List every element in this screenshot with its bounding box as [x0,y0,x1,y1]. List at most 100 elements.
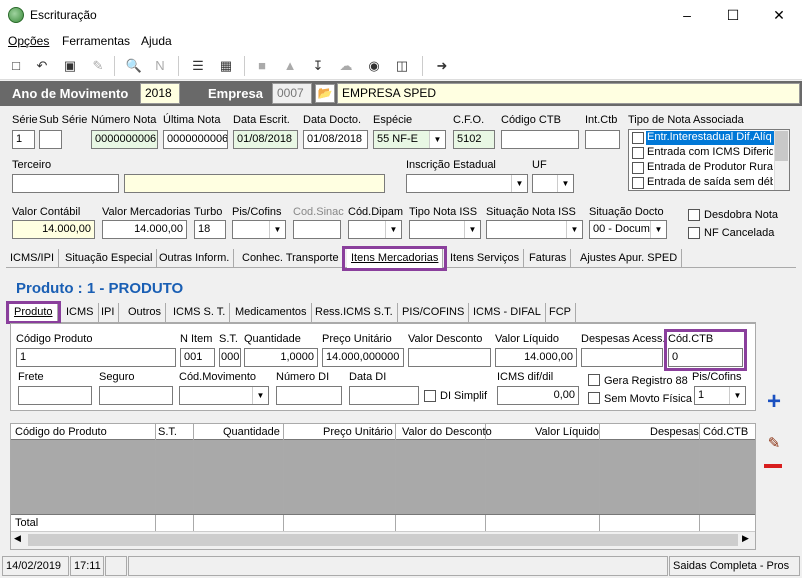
valor-contabil-input[interactable]: 14.000,00 [12,220,95,239]
subtab-icms[interactable]: ICMS [62,303,99,322]
grid-header-codigo[interactable]: Código do Produto [15,426,107,438]
seguro-input[interactable] [99,386,173,405]
cfo-input[interactable]: 5102 [453,130,495,149]
st-input[interactable]: 000 [219,348,241,367]
ultima-nota-input[interactable]: 0000000006 [163,130,228,149]
list-item[interactable]: Entr.Interestadual Dif.Alíq [630,131,774,145]
grid-header-despesas[interactable]: Despesas [650,426,699,438]
list-item[interactable]: Entrada com ICMS Diferido [630,146,774,160]
subtab-fcp[interactable]: FCP [545,303,576,322]
folder-icon[interactable]: ■ [252,56,272,76]
tab-icms-ipi[interactable]: ICMS/IPI [6,249,60,268]
maximize-button[interactable]: ☐ [710,0,756,30]
valor-mercadorias-input[interactable]: 14.000,00 [102,220,187,239]
grid-header-desconto[interactable]: Valor do Desconto [402,426,492,438]
new-icon[interactable]: □ [6,56,26,76]
despesas-input[interactable] [581,348,663,367]
remove-item-button[interactable] [764,464,782,468]
add-item-button[interactable]: + [762,390,786,415]
subtab-icms-st[interactable]: ICMS S. T. [169,303,231,322]
situacao-iss-select[interactable]: ▼ [486,220,583,239]
situacao-docto-select[interactable]: 00 - Documer ▼ [589,220,667,239]
tab-conhec-transporte[interactable]: Conhec. Transporte [238,249,344,268]
report-icon[interactable]: ▦ [216,56,236,76]
data-escrit-input[interactable]: 01/08/2018 [233,130,298,149]
subtab-ipi[interactable]: IPI [97,303,120,322]
grid-header-cod-ctb[interactable]: Cód.CTB [703,426,748,438]
folder-open-icon[interactable]: 📂 [315,84,335,103]
grid-header-st[interactable]: S.T. [158,426,177,438]
close-button[interactable]: ✕ [756,0,802,30]
serie-input[interactable]: 1 [12,130,35,149]
preco-input[interactable]: 14.000,000000 [322,348,404,367]
checkbox[interactable] [632,132,644,144]
list-icon[interactable]: ☰ [188,56,208,76]
uf-select[interactable]: ▼ [532,174,574,193]
turbo-input[interactable]: 18 [194,220,226,239]
tab-faturas[interactable]: Faturas [525,249,572,268]
liquido-input[interactable]: 14.000,00 [495,348,577,367]
layout-icon[interactable]: ◫ [392,56,412,76]
numero-nota-input[interactable]: 0000000006 [91,130,158,149]
sem-movto-checkbox[interactable] [588,392,600,404]
scroll-right-icon[interactable]: ▶ [742,533,749,544]
checkbox[interactable] [632,162,644,174]
terceiro-input[interactable] [12,174,119,193]
cert-icon[interactable]: ◉ [364,56,384,76]
grid-header-quantidade[interactable]: Quantidade [223,426,280,438]
desconto-input[interactable] [408,348,491,367]
scroll-thumb[interactable] [775,131,788,161]
import-icon[interactable]: ↧ [308,56,328,76]
codigo-produto-input[interactable]: 1 [16,348,176,367]
cod-mov-select[interactable]: ▼ [179,386,269,405]
cod-sinac-input[interactable] [293,220,341,239]
numero-di-input[interactable] [276,386,342,405]
subtab-pis-cofins[interactable]: PIS/COFINS [398,303,470,322]
tab-itens-servicos[interactable]: Itens Serviços [446,249,525,268]
undo-icon[interactable]: ↶ [32,56,52,76]
frete-input[interactable] [18,386,92,405]
nfe-icon[interactable]: N [150,56,170,76]
save-icon[interactable]: ▣ [60,56,80,76]
inscricao-select[interactable]: ▼ [406,174,528,193]
checkbox[interactable] [632,147,644,159]
cod-dipam-select[interactable]: ▼ [348,220,402,239]
tab-ajustes-apur-sped[interactable]: Ajustes Apur. SPED [576,249,683,268]
minimize-button[interactable]: – [664,0,710,30]
checkbox[interactable] [632,177,644,189]
int-ctb-input[interactable] [585,130,620,149]
tool-icon[interactable]: ▲ [280,56,300,76]
empresa-code-field[interactable]: 0007 [272,83,312,104]
subtab-icms-difal[interactable]: ICMS - DIFAL [469,303,546,322]
menu-opcoes[interactable]: Opções [8,34,49,48]
tab-situacao-especial[interactable]: Situação Especial [61,249,158,268]
list-item[interactable]: Entrada de Produtor Rural [630,161,774,175]
nf-cancelada-checkbox[interactable] [688,227,700,239]
exit-icon[interactable]: ➜ [432,56,452,76]
edit-item-button[interactable]: ✎ [762,434,786,454]
ano-field[interactable]: 2018 [140,83,180,104]
data-docto-input[interactable]: 01/08/2018 [303,130,368,149]
menu-ajuda[interactable]: Ajuda [141,34,172,48]
menu-ferramentas[interactable]: Ferramentas [62,34,130,48]
desdobra-checkbox[interactable] [688,209,700,221]
clear-icon[interactable]: ✎ [88,56,108,76]
pis-cofins-item-select[interactable]: 1 ▼ [694,386,746,405]
scroll-left-icon[interactable]: ◀ [14,533,21,544]
n-item-input[interactable]: 001 [180,348,215,367]
subtab-outros[interactable]: Outros [124,303,167,322]
subtab-medicamentos[interactable]: Medicamentos [231,303,312,322]
codigo-ctb-input[interactable] [501,130,579,149]
pis-cofins-select[interactable]: ▼ [232,220,286,239]
cloud-icon[interactable]: ☁ [336,56,356,76]
tab-outras-inform[interactable]: Outras Inform. [155,249,235,268]
especie-select[interactable]: 55 NF-E ▼ [373,130,446,149]
icms-dif-input[interactable]: 0,00 [497,386,579,405]
subtab-ress-icms-st[interactable]: Ress.ICMS S.T. [311,303,398,322]
grid-header-preco[interactable]: Preço Unitário [323,426,393,438]
grid-header-liquido[interactable]: Valor Líquido [535,426,599,438]
data-di-input[interactable] [349,386,419,405]
di-simplif-checkbox[interactable] [424,390,436,402]
preview-icon[interactable]: 🔍 [124,56,144,76]
tipo-iss-select[interactable]: ▼ [409,220,481,239]
